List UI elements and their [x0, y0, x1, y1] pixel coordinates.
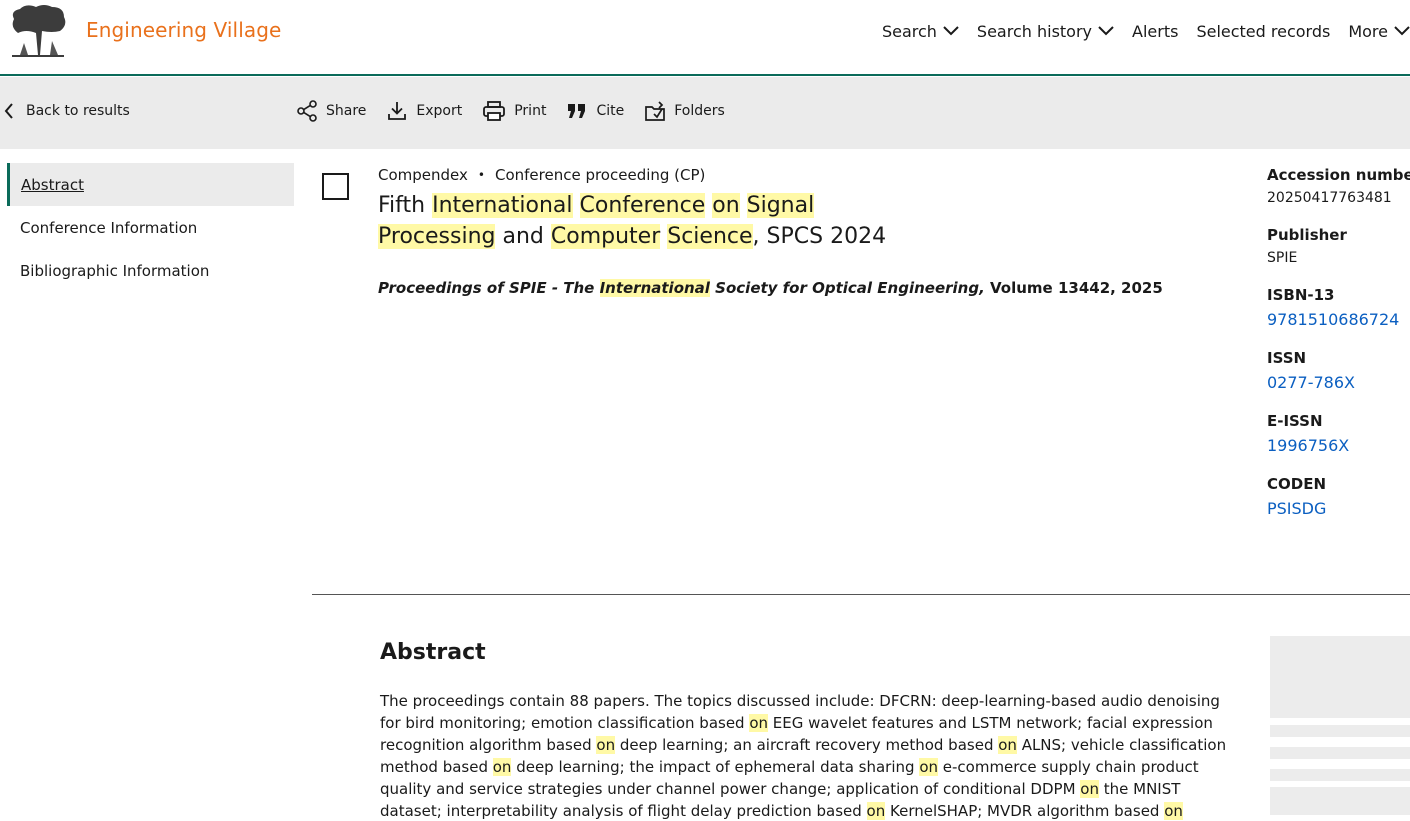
source-volume: Volume 13442, 2025 [984, 279, 1163, 297]
nav-label: More [1348, 21, 1388, 41]
cite-button[interactable]: Cite [566, 100, 624, 122]
nav-label: Search [881, 21, 937, 41]
chevron-left-icon [4, 103, 13, 119]
quote-icon [568, 104, 586, 118]
eissn-label: E-ISSN [1267, 412, 1323, 430]
folders-label: Folders [674, 103, 725, 119]
nav-label: Search history [976, 21, 1093, 41]
back-to-results-link[interactable]: Back to results [4, 103, 130, 119]
publisher-value: SPIE [1267, 250, 1298, 266]
export-label: Export [416, 103, 463, 119]
source-title-highlight: International [599, 279, 710, 297]
print-label: Print [514, 103, 547, 119]
section-divider [312, 594, 1410, 595]
accession-number-label: Accession number [1267, 166, 1410, 184]
print-button[interactable]: Print [482, 100, 546, 122]
document-type: Conference proceeding (CP) [494, 166, 706, 184]
nav-label: Selected records [1196, 21, 1331, 41]
brand-name[interactable]: Engineering Village [86, 18, 281, 42]
nav-search-history[interactable]: Search history [977, 22, 1114, 41]
isbn-link[interactable]: 9781510686724 [1267, 310, 1410, 329]
chevron-down-icon [1394, 26, 1410, 36]
folder-add-icon [645, 101, 666, 121]
accession-number-value: 20250417763481 [1267, 190, 1392, 206]
cite-label: Cite [596, 103, 625, 119]
site-header: Engineering Village Search Search histor… [0, 0, 1410, 76]
source-title-post: Society for Optical Engineering, [709, 279, 985, 297]
record-section-nav: Abstract Conference Information Bibliogr… [7, 163, 294, 292]
chevron-down-icon [943, 26, 959, 36]
source-title-pre: Proceedings of SPIE - The [378, 279, 600, 297]
sidenav-item-abstract[interactable]: Abstract [7, 163, 294, 206]
isbn-label: ISBN-13 [1267, 286, 1335, 304]
select-record-checkbox[interactable] [322, 173, 349, 200]
record-toolbar: Back to results Share Export Print Cite … [0, 77, 1410, 149]
sidenav-label: Conference Information [20, 218, 198, 237]
nav-label: Alerts [1132, 21, 1179, 41]
sidenav-label: Abstract [21, 175, 84, 194]
export-button[interactable]: Export [386, 100, 462, 122]
nav-alerts[interactable]: Alerts [1132, 22, 1178, 41]
loading-placeholder [1270, 769, 1410, 781]
folders-button[interactable]: Folders [644, 100, 725, 122]
loading-placeholder [1270, 725, 1410, 737]
loading-placeholder [1270, 636, 1410, 718]
issn-link[interactable]: 0277-786X [1267, 373, 1410, 392]
publisher-label: Publisher [1267, 226, 1347, 244]
download-icon [388, 102, 407, 120]
coden-label: CODEN [1267, 475, 1327, 493]
loading-placeholder [1270, 747, 1410, 759]
elsevier-tree-logo[interactable] [6, 3, 70, 58]
sidenav-item-conference-information[interactable]: Conference Information [7, 206, 294, 249]
abstract-text: The proceedings contain 88 papers. The t… [380, 692, 1227, 820]
record-actions: Share Export Print Cite Folders [296, 100, 745, 122]
nav-more[interactable]: More [1348, 22, 1410, 41]
loading-placeholder [1270, 787, 1410, 815]
record-details-panel: Accession number 20250417763481 Publishe… [1267, 166, 1410, 538]
record-title: Fifth International Conference on Signal… [378, 193, 887, 249]
sidenav-label: Bibliographic Information [20, 261, 210, 280]
sidenav-item-bibliographic-information[interactable]: Bibliographic Information [7, 249, 294, 292]
share-label: Share [326, 103, 367, 119]
record-source: Proceedings of SPIE - The International … [378, 279, 1163, 297]
nav-search[interactable]: Search [882, 22, 959, 41]
share-button[interactable]: Share [296, 100, 366, 122]
back-label: Back to results [26, 103, 130, 119]
eissn-link[interactable]: 1996756X [1267, 436, 1410, 455]
printer-icon [483, 101, 506, 121]
share-icon [297, 100, 317, 122]
chevron-down-icon [1098, 26, 1114, 36]
separator-dot: • [477, 168, 485, 182]
record-meta: Compendex • Conference proceeding (CP) [378, 166, 705, 184]
abstract-heading: Abstract [380, 640, 486, 665]
database-name: Compendex [378, 166, 468, 184]
nav-selected-records[interactable]: Selected records [1196, 22, 1330, 41]
main-nav: Search Search history Alerts Selected re… [864, 20, 1410, 42]
issn-label: ISSN [1267, 349, 1307, 367]
coden-link[interactable]: PSISDG [1267, 499, 1410, 518]
